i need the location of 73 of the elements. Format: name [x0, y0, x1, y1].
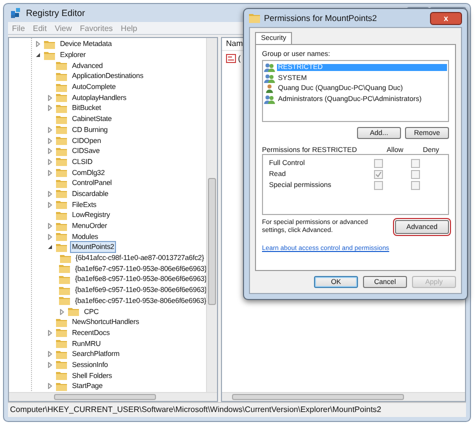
folder-icon — [56, 382, 67, 391]
folder-icon — [56, 318, 67, 327]
folder-icon — [59, 264, 70, 274]
user-icon — [264, 84, 275, 94]
folder-icon — [44, 50, 55, 60]
checkbox[interactable] — [374, 170, 383, 179]
folder-icon — [56, 168, 67, 178]
folder-icon — [56, 339, 67, 348]
collapsed-icon[interactable] — [47, 170, 53, 176]
folder-icon — [56, 210, 67, 220]
scrollbar[interactable] — [222, 392, 465, 401]
folder-icon — [56, 200, 67, 210]
folder-icon — [56, 114, 67, 124]
folder-icon — [56, 93, 67, 102]
folder-icon — [56, 82, 67, 92]
folder-icon — [56, 146, 67, 156]
folder-icon — [59, 274, 70, 284]
collapsed-icon[interactable] — [47, 138, 53, 144]
status-bar: Computer\HKEY_CURRENT_USER\Software\Microsoft\Windows\CurrentVersion\Explorer\MountPoints2 — [8, 402, 466, 417]
folder-icon — [59, 296, 70, 306]
folder-icon — [56, 232, 67, 242]
collapsed-icon[interactable] — [47, 330, 53, 336]
folder-icon — [56, 61, 67, 70]
folder-icon — [56, 189, 67, 198]
folder-icon — [60, 254, 71, 263]
folder-icon — [56, 125, 67, 134]
checkbox[interactable] — [374, 181, 383, 190]
users-icon — [264, 95, 275, 104]
expanded-icon[interactable] — [35, 52, 41, 58]
collapsed-icon[interactable] — [47, 148, 53, 154]
collapsed-icon[interactable] — [47, 383, 53, 390]
folder-icon — [56, 178, 67, 188]
collapsed-icon[interactable] — [47, 190, 53, 197]
expanded-icon[interactable] — [47, 244, 53, 250]
value-name: ( — [238, 54, 241, 63]
folder-icon — [56, 242, 67, 252]
users-icon — [264, 62, 275, 72]
folder-icon — [56, 222, 67, 231]
checkbox[interactable] — [411, 181, 420, 190]
collapsed-icon[interactable] — [47, 94, 53, 101]
folder-icon — [56, 72, 67, 81]
window-title: Registry Editor — [26, 8, 86, 18]
checkbox[interactable] — [411, 170, 420, 179]
registry-icon — [10, 7, 22, 19]
dialog-title: Permissions for MountPoints2 — [264, 13, 377, 23]
checkbox[interactable] — [374, 159, 383, 168]
collapsed-icon[interactable] — [47, 362, 53, 368]
collapsed-icon[interactable] — [47, 351, 53, 358]
scrollbar[interactable] — [9, 392, 217, 401]
folder-icon — [68, 307, 79, 316]
folder-icon — [249, 13, 260, 23]
folder-icon — [56, 328, 67, 338]
users-icon — [264, 74, 275, 83]
collapsed-icon[interactable] — [47, 234, 53, 240]
scrollbar[interactable] — [206, 38, 217, 392]
folder-icon — [56, 360, 67, 370]
folder-icon — [56, 136, 67, 146]
collapsed-icon[interactable] — [47, 202, 53, 208]
folder-icon — [56, 350, 67, 359]
collapsed-icon[interactable] — [47, 223, 53, 230]
folder-icon — [56, 371, 67, 380]
checkbox[interactable] — [411, 159, 420, 168]
collapsed-icon[interactable] — [35, 41, 41, 48]
folder-icon — [59, 286, 70, 295]
collapsed-icon[interactable] — [59, 308, 65, 315]
collapsed-icon[interactable] — [47, 158, 53, 165]
folder-icon — [44, 40, 55, 49]
string-value-icon — [226, 54, 236, 63]
close-button[interactable]: x — [430, 12, 462, 24]
collapsed-icon[interactable] — [47, 126, 53, 133]
folder-icon — [56, 104, 67, 113]
collapsed-icon[interactable] — [47, 105, 53, 112]
folder-icon — [56, 157, 67, 166]
